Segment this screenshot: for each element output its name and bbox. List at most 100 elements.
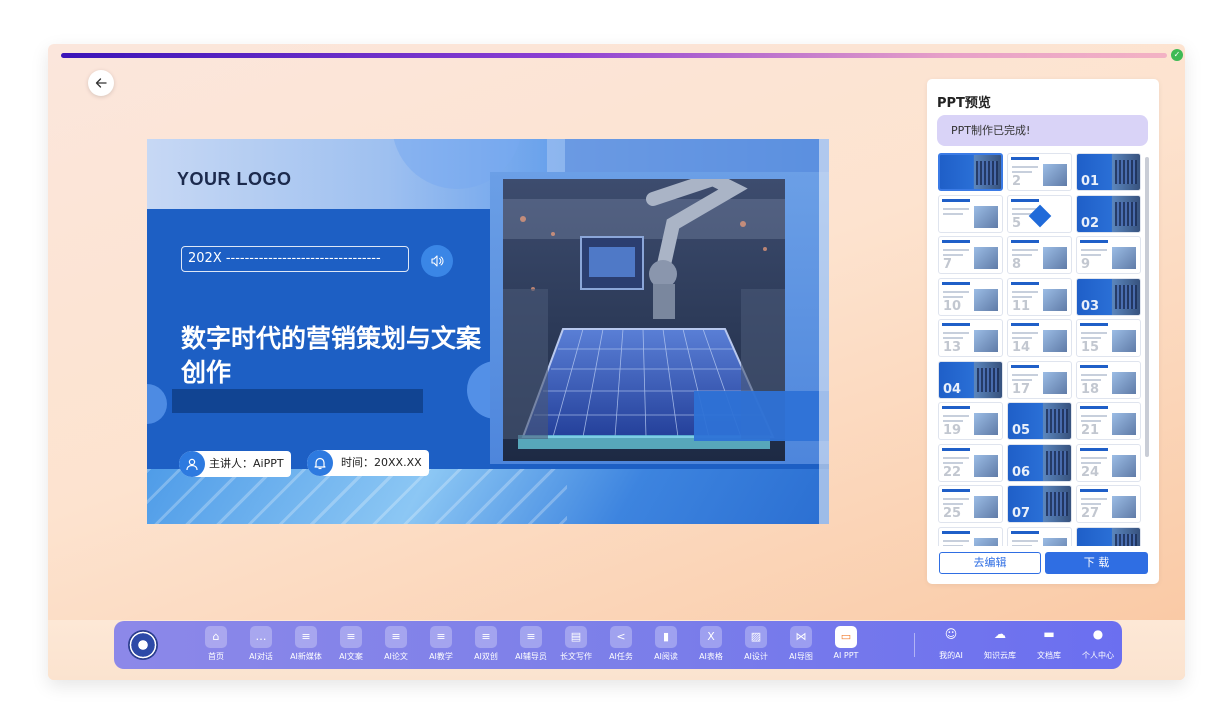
slide-thumbnail[interactable]: 13 xyxy=(938,319,1003,357)
thumbnail-number: 18 xyxy=(1081,381,1100,397)
completion-notice: PPT制作已完成! xyxy=(937,115,1148,146)
thumbnail-number: 15 xyxy=(1081,340,1100,355)
slide-thumbnail[interactable]: 27 xyxy=(1076,485,1141,523)
slide-thumbnail[interactable]: 21 xyxy=(1076,402,1141,440)
bottom-dock: ⌂ 首页 … AI对话 ≡ AI新媒体 ≡ AI文案 ≡ AI论文 ≡ AI教学 ≡ AI双创 ≡ AI辅导员… xyxy=(114,621,1122,669)
dock-item[interactable]: ▭ AI PPT xyxy=(822,626,870,660)
download-button[interactable]: 下 载 xyxy=(1045,552,1148,574)
slide-thumbnail[interactable]: 01 xyxy=(1076,153,1141,191)
panel-title: PPT预览 xyxy=(937,96,991,111)
dock-item-label: 我的AI xyxy=(939,651,963,660)
dock-item[interactable]: ≡ AI双创 xyxy=(462,626,510,662)
user-icon: ● xyxy=(1092,627,1104,641)
slide-thumbnail[interactable] xyxy=(1007,526,1072,546)
thumbnail-number: 19 xyxy=(943,423,962,438)
bell-icon xyxy=(307,450,333,476)
dock-item-label: 长文写作 xyxy=(560,652,592,661)
dock-item[interactable]: ▮ AI阅读 xyxy=(642,626,690,662)
dock-item[interactable]: ⌂ 首页 xyxy=(192,626,240,662)
slide-thumbnail[interactable]: 06 xyxy=(1007,443,1072,482)
mindmap-icon: ⋈ xyxy=(790,626,812,648)
slide-thumbnail[interactable]: 04 xyxy=(938,360,1003,399)
progress-bar xyxy=(61,53,1167,58)
dock-item-label: AI双创 xyxy=(474,652,498,661)
dock-item-label: AI新媒体 xyxy=(290,652,322,661)
dock-right-item[interactable]: ☺ 我的AI xyxy=(929,626,973,661)
slide-thumbnail[interactable]: 15 xyxy=(1076,319,1141,357)
thumbnail-scrollbar[interactable] xyxy=(1145,157,1149,457)
dock-item[interactable]: X AI表格 xyxy=(687,626,735,662)
slide-title: 数字时代的营销策划与文案创作 xyxy=(181,324,482,387)
thumbnail-number: 13 xyxy=(943,340,962,355)
speaker-button[interactable] xyxy=(421,245,453,277)
slide-thumbnail[interactable]: 9 xyxy=(1076,236,1141,274)
dock-divider xyxy=(914,633,915,657)
home-icon: ⌂ xyxy=(205,626,227,648)
dock-item-label: AI教学 xyxy=(429,652,453,661)
back-button[interactable] xyxy=(88,70,114,96)
dock-item-label: 首页 xyxy=(208,652,224,661)
dock-item-label: 个人中心 xyxy=(1082,651,1114,660)
app-window: ✓ YOUR LOGO 202X -----------------------… xyxy=(48,44,1185,680)
slide-year: 202X --------------------------------- xyxy=(181,246,409,272)
dock-item-label: AI阅读 xyxy=(654,652,678,661)
image-icon: ▨ xyxy=(745,626,767,648)
dock-right-item[interactable]: ☁ 知识云库 xyxy=(978,626,1022,661)
slide-thumbnail[interactable]: 24 xyxy=(1076,443,1141,482)
dock-item[interactable]: … AI对话 xyxy=(237,626,285,662)
slide-thumbnail[interactable]: 02 xyxy=(1076,194,1141,233)
dock-item-label: AI文案 xyxy=(339,652,363,661)
dock-item[interactable]: ≡ AI辅导员 xyxy=(507,626,555,662)
slide-thumbnail[interactable]: 18 xyxy=(1076,360,1141,399)
thumbnail-number: 05 xyxy=(1012,423,1031,438)
dock-right-item[interactable]: ● 个人中心 xyxy=(1076,626,1120,661)
presenter-tag: 主讲人：AiPPT xyxy=(179,451,291,477)
slide-thumbnail[interactable]: 22 xyxy=(938,443,1003,482)
check-icon: ✓ xyxy=(1171,49,1183,61)
slide-thumbnail[interactable]: 14 xyxy=(1007,319,1072,357)
dock-item[interactable]: < AI任务 xyxy=(597,626,645,662)
speaker-icon xyxy=(431,255,444,267)
slide-thumbnail[interactable]: 5 xyxy=(1007,194,1072,233)
dock-item[interactable]: ▨ AI设计 xyxy=(732,626,780,662)
slide-thumbnail[interactable]: 08 xyxy=(1076,526,1141,546)
slide-thumbnail[interactable] xyxy=(938,194,1003,233)
dock-item-label: AI对话 xyxy=(249,652,273,661)
slide-thumbnail[interactable]: 7 xyxy=(938,236,1003,274)
slide-thumbnail[interactable] xyxy=(938,153,1003,191)
robot-icon: ☺ xyxy=(944,627,958,641)
folder-icon: ▬ xyxy=(1043,627,1055,641)
slide-thumbnail[interactable]: 03 xyxy=(1076,277,1141,316)
edit-button[interactable]: 去编辑 xyxy=(939,552,1041,574)
dock-item[interactable]: ≡ AI新媒体 xyxy=(282,626,330,662)
slide-thumbnail[interactable]: 11 xyxy=(1007,277,1072,316)
slide-thumbnail[interactable]: 25 xyxy=(938,485,1003,523)
thumbnail-number: 24 xyxy=(1081,464,1100,480)
slide-thumbnail[interactable]: 19 xyxy=(938,402,1003,440)
thumbnail-number: 2 xyxy=(1012,174,1022,189)
dock-item[interactable]: ≡ AI教学 xyxy=(417,626,465,662)
slide-thumbnail[interactable]: 2 xyxy=(1007,153,1072,191)
slide-thumbnail[interactable]: 10 xyxy=(938,277,1003,316)
slide-thumbnail[interactable]: 17 xyxy=(1007,360,1072,399)
slide-thumbnail[interactable]: 05 xyxy=(1007,402,1072,440)
thumbnail-number: 27 xyxy=(1081,506,1100,521)
thumbnail-number: 21 xyxy=(1081,423,1100,438)
slide-thumbnail[interactable]: 07 xyxy=(1007,485,1072,523)
dock-item-label: AI辅导员 xyxy=(515,652,547,661)
dock-item[interactable]: ≡ AI文案 xyxy=(327,626,375,662)
progress-fill xyxy=(61,53,1167,58)
dock-item-label: AI设计 xyxy=(744,652,768,661)
dock-right-item[interactable]: ▬ 文档库 xyxy=(1027,626,1071,661)
slide-thumbnail[interactable] xyxy=(938,526,1003,546)
thumbnail-number: 8 xyxy=(1012,257,1022,272)
dock-item-label: AI表格 xyxy=(699,652,723,661)
dock-item[interactable]: ≡ AI论文 xyxy=(372,626,420,662)
time-tag: 时间：20XX.XX xyxy=(307,450,429,476)
doc-icon: ≡ xyxy=(385,626,407,648)
dock-item[interactable]: ▤ 长文写作 xyxy=(552,626,600,662)
doc-icon: ≡ xyxy=(520,626,542,648)
dock-item[interactable]: ⋈ AI导图 xyxy=(777,626,825,662)
slide-thumbnail[interactable]: 8 xyxy=(1007,236,1072,274)
thumbnail-number: 17 xyxy=(1012,381,1031,397)
